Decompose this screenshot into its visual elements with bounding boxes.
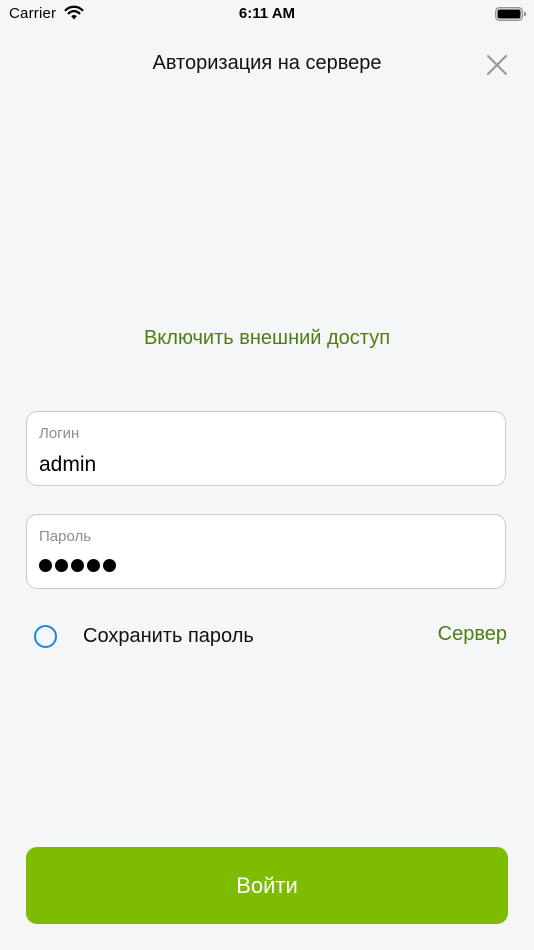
- password-dot: [55, 559, 68, 572]
- login-field[interactable]: Логин admin: [26, 411, 506, 486]
- battery-icon: [495, 7, 527, 21]
- page-title: Авторизация на сервере: [152, 52, 382, 74]
- password-dot: [71, 559, 84, 572]
- login-input[interactable]: admin: [39, 453, 96, 477]
- save-password-radio[interactable]: [34, 624, 57, 648]
- save-password-label: Сохранить пароль: [83, 624, 254, 647]
- password-field[interactable]: Пароль: [26, 514, 506, 589]
- clock: 6:11 AM: [238, 5, 296, 22]
- password-input[interactable]: [39, 559, 116, 572]
- password-dot: [39, 559, 52, 572]
- close-icon: [484, 52, 510, 78]
- password-field-label: Пароль: [39, 528, 92, 545]
- login-field-label: Логин: [39, 425, 80, 442]
- close-button[interactable]: [484, 52, 510, 78]
- server-link[interactable]: Сервер: [438, 623, 507, 646]
- password-dot: [87, 559, 100, 572]
- password-dot: [103, 559, 116, 572]
- login-button[interactable]: Войти: [26, 847, 508, 924]
- save-password-toggle[interactable]: Сохранить пароль: [34, 622, 254, 650]
- enable-external-access-link[interactable]: Включить внешний доступ: [0, 327, 534, 350]
- status-bar: Carrier 6:11 AM: [0, 0, 534, 30]
